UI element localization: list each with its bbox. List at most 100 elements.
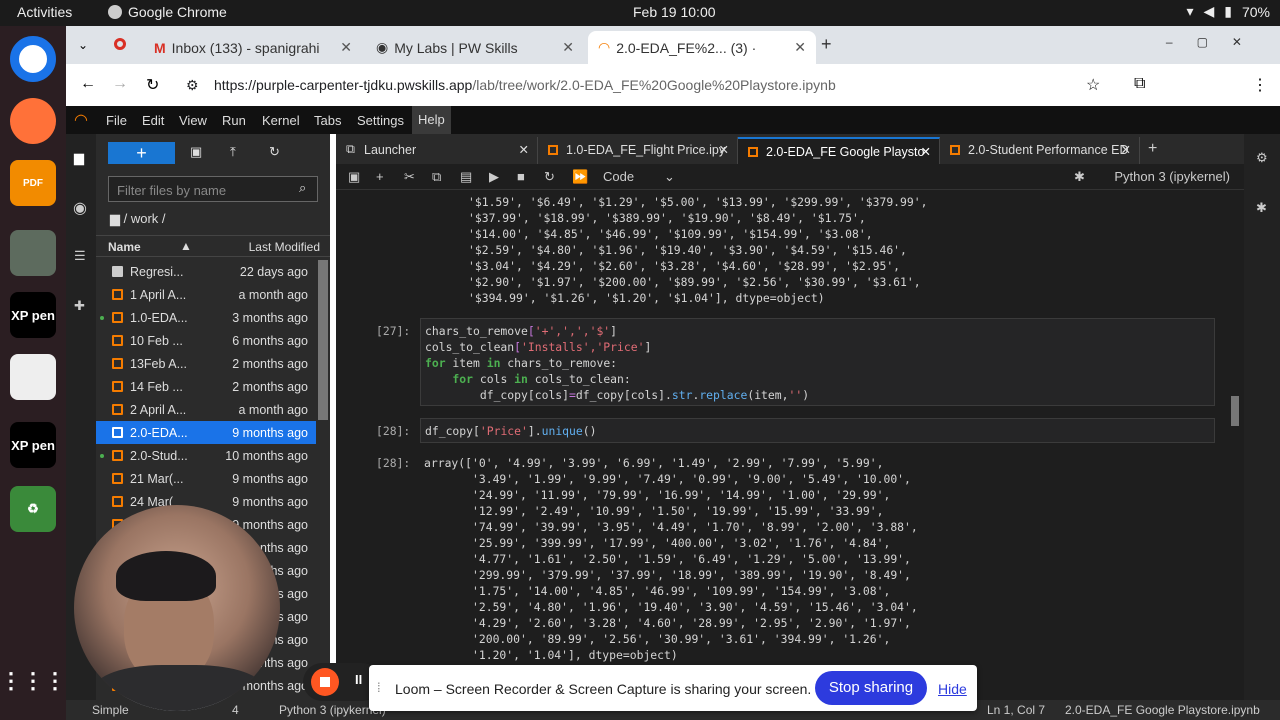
- tab-inbox[interactable]: M Inbox (133) - spanigrahi ✕: [144, 31, 362, 64]
- notebook-icon: [748, 147, 758, 157]
- add-tab-button[interactable]: +: [1148, 140, 1157, 158]
- menu-run[interactable]: Run: [222, 113, 246, 128]
- system-tray[interactable]: ▾ ◀ ▮ 70%: [1186, 3, 1270, 20]
- kernel-name[interactable]: Python 3 (ipykernel): [1114, 169, 1230, 184]
- file-name: 14 Feb ...: [130, 380, 183, 394]
- file-name: 10 Feb ...: [130, 334, 183, 348]
- menu-view[interactable]: View: [179, 113, 207, 128]
- property-inspector-icon[interactable]: ⚙: [1256, 150, 1268, 166]
- stop-recording-icon[interactable]: [311, 668, 339, 696]
- trash-dock-icon[interactable]: ♻: [10, 486, 56, 532]
- forward-icon[interactable]: →: [112, 75, 128, 93]
- tab-student-performance[interactable]: 2.0-Student Performance ED ✕: [940, 137, 1140, 164]
- file-list-item[interactable]: Regresi... 22 days ago: [96, 260, 316, 283]
- file-list-item[interactable]: 2.0-Stud... 10 months ago: [96, 444, 316, 467]
- column-modified[interactable]: Last Modified: [249, 240, 320, 254]
- file-list-item[interactable]: 2 April A... a month ago: [96, 398, 316, 421]
- bookmark-star-icon[interactable]: ☆: [1086, 75, 1100, 95]
- run-icon[interactable]: ▶: [489, 169, 499, 185]
- extension-manager-icon[interactable]: ✚: [74, 298, 85, 314]
- restart-icon[interactable]: ↻: [544, 169, 555, 185]
- code-cell-27[interactable]: chars_to_remove['+',',','$'] cols_to_cle…: [420, 318, 1215, 406]
- file-list-item[interactable]: 2.0-EDA... 9 months ago: [96, 421, 316, 444]
- drag-handle-icon[interactable]: ⁞: [377, 680, 381, 695]
- stop-sharing-button[interactable]: Stop sharing: [815, 671, 927, 705]
- pause-icon[interactable]: II: [355, 672, 362, 687]
- tab-mylabs[interactable]: ◉ My Labs | PW Skills ✕: [366, 31, 584, 64]
- tab-search-icon[interactable]: ⌄: [78, 38, 88, 52]
- tab-flight-price[interactable]: 1.0-EDA_FE_Flight Price.ipy ✕: [538, 137, 738, 164]
- close-icon[interactable]: ✕: [340, 39, 352, 56]
- close-icon[interactable]: ✕: [719, 142, 729, 157]
- new-folder-icon[interactable]: ▣: [190, 144, 202, 160]
- app-grid-icon[interactable]: ⋮⋮⋮: [0, 658, 66, 704]
- save-icon[interactable]: ▣: [348, 169, 360, 185]
- file-list-scrollbar[interactable]: [318, 260, 328, 420]
- firefox-dock-icon[interactable]: [10, 98, 56, 144]
- clock[interactable]: Feb 19 10:00: [633, 4, 716, 20]
- debugger-panel-icon[interactable]: ✱: [1256, 200, 1267, 216]
- xppen-dock-icon[interactable]: XP pen: [10, 292, 56, 338]
- folder-icon[interactable]: ▆: [74, 150, 84, 166]
- cursor-position[interactable]: Ln 1, Col 7: [987, 703, 1045, 717]
- close-icon[interactable]: ✕: [1121, 142, 1131, 157]
- new-launcher-button[interactable]: +: [108, 142, 175, 164]
- file-list-item[interactable]: 21 Mar(... 9 months ago: [96, 467, 316, 490]
- file-list-item[interactable]: 1.0-EDA... 3 months ago: [96, 306, 316, 329]
- close-icon[interactable]: ✕: [562, 39, 574, 56]
- column-name[interactable]: Name: [108, 240, 141, 254]
- activities-button[interactable]: Activities: [17, 4, 72, 20]
- pdf-dock-icon[interactable]: PDF: [10, 160, 56, 206]
- file-list-item[interactable]: 14 Feb ... 2 months ago: [96, 375, 316, 398]
- menu-tabs[interactable]: Tabs: [314, 113, 341, 128]
- presenter-hair: [116, 551, 216, 601]
- toc-icon[interactable]: ☰: [74, 248, 86, 264]
- xppen2-dock-icon[interactable]: XP pen: [10, 422, 56, 468]
- stop-icon[interactable]: ■: [517, 169, 525, 184]
- file-list-header: Name ▲ Last Modified: [96, 235, 330, 257]
- file-list-item[interactable]: 1 April A... a month ago: [96, 283, 316, 306]
- filter-input[interactable]: Filter files by name: [108, 176, 318, 202]
- tab-launcher[interactable]: ⧉ Launcher ✕: [336, 137, 538, 164]
- menu-file[interactable]: File: [106, 113, 127, 128]
- window-controls[interactable]: –▢✕: [1166, 35, 1266, 49]
- cell-type-select[interactable]: Code: [603, 169, 634, 184]
- insert-cell-icon[interactable]: +: [376, 169, 384, 184]
- extensions-icon[interactable]: ⧉: [1134, 75, 1145, 93]
- folder-icon: ▆: [110, 211, 124, 226]
- files-dock-icon[interactable]: [10, 230, 56, 276]
- tab-notebook[interactable]: ◠ 2.0-EDA_FE%2... (3) · ✕: [588, 31, 816, 64]
- url-field[interactable]: ⚙ https://purple-carpenter-tjdku.pwskills…: [176, 70, 1026, 100]
- run-all-icon[interactable]: ⏩: [572, 169, 588, 185]
- chrome-dock-icon[interactable]: [10, 36, 56, 82]
- file-list-item[interactable]: 13Feb A... 2 months ago: [96, 352, 316, 375]
- hide-link[interactable]: Hide: [938, 681, 967, 697]
- back-icon[interactable]: ←: [80, 75, 96, 93]
- menu-settings[interactable]: Settings: [357, 113, 404, 128]
- new-tab-button[interactable]: +: [821, 34, 832, 55]
- site-info-icon[interactable]: ⚙: [186, 77, 199, 94]
- file-list-item[interactable]: 10 Feb ... 6 months ago: [96, 329, 316, 352]
- copy-icon[interactable]: ⧉: [432, 169, 441, 185]
- close-icon[interactable]: ✕: [794, 39, 806, 56]
- close-icon[interactable]: ✕: [519, 142, 529, 157]
- breadcrumb[interactable]: ▆ / work /: [110, 211, 166, 227]
- chrome-icon: [108, 5, 122, 19]
- cut-icon[interactable]: ✂: [404, 169, 415, 185]
- debugger-icon[interactable]: ✱: [1074, 169, 1085, 185]
- tab-google-playstore[interactable]: 2.0-EDA_FE Google Playsto ✕: [738, 137, 940, 164]
- notes-dock-icon[interactable]: [10, 354, 56, 400]
- menu-kernel[interactable]: Kernel: [262, 113, 300, 128]
- reload-icon[interactable]: ↻: [146, 75, 159, 95]
- upload-icon[interactable]: ⤒: [230, 144, 236, 160]
- menu-icon[interactable]: ⋮: [1252, 75, 1268, 95]
- code-cell-28[interactable]: df_copy['Price'].unique(): [420, 418, 1215, 443]
- close-icon[interactable]: ✕: [921, 144, 931, 159]
- menu-help[interactable]: Help: [412, 106, 451, 134]
- running-icon[interactable]: ◉: [73, 198, 87, 218]
- refresh-icon[interactable]: ↻: [269, 144, 280, 160]
- menu-edit[interactable]: Edit: [142, 113, 164, 128]
- notebook-scrollbar[interactable]: [1228, 190, 1242, 690]
- app-menu[interactable]: Google Chrome: [108, 4, 227, 20]
- paste-icon[interactable]: ▤: [460, 169, 472, 185]
